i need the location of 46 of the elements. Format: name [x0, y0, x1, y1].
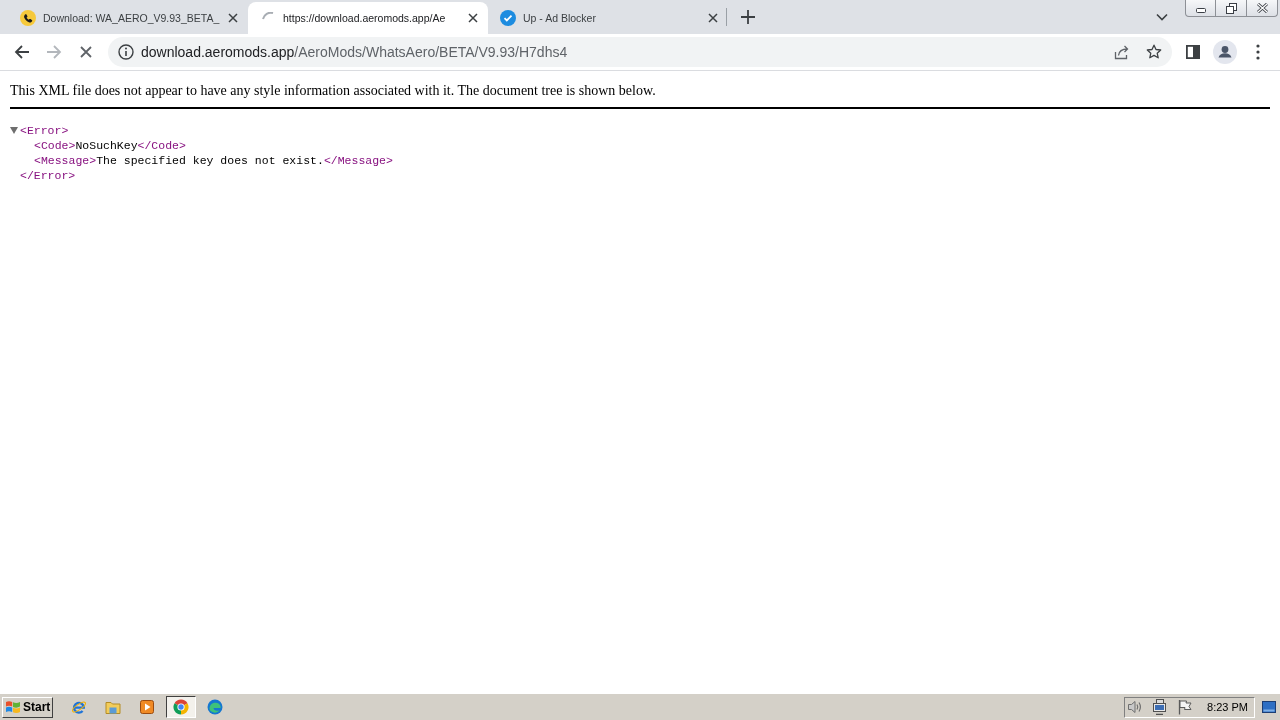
flag-icon[interactable] — [1177, 699, 1194, 715]
restore-button[interactable] — [1216, 0, 1247, 17]
browser-logo-icon — [173, 699, 189, 715]
back-arrow-icon[interactable] — [14, 44, 30, 60]
checkmark-icon — [500, 10, 516, 26]
info-icon[interactable] — [118, 44, 134, 60]
close-icon[interactable] — [708, 13, 718, 23]
close-icon[interactable] — [228, 13, 238, 23]
triangle-down-icon[interactable] — [10, 127, 18, 134]
share-icon[interactable] — [1114, 44, 1130, 60]
xml-notice-text: This XML file does not appear to have any style information associated with it. The document tree is shown below. — [10, 71, 1270, 109]
play-icon — [139, 699, 155, 715]
star-icon[interactable] — [1146, 44, 1162, 60]
start-button[interactable]: Start — [2, 696, 53, 718]
speaker-icon[interactable] — [1127, 699, 1144, 715]
clock-text[interactable]: 8:23 PM — [1207, 701, 1248, 713]
network-computer-icon[interactable] — [1152, 699, 1169, 715]
xml-close-tag: </Error> — [20, 169, 76, 182]
close-button[interactable] — [1247, 0, 1278, 17]
restore-icon — [1225, 2, 1237, 14]
e-logo-icon — [71, 699, 87, 715]
xml-element-line: <Message>The specified key does not exist.</Message> — [34, 153, 393, 168]
close-icon[interactable] — [468, 13, 478, 23]
chevron-down-icon[interactable] — [1156, 13, 1168, 21]
close-icon — [1256, 3, 1268, 13]
minimize-icon — [1195, 7, 1206, 13]
phone-icon — [20, 10, 36, 26]
xml-element-line: <Code>NoSuchKey</Code> — [34, 138, 186, 153]
xml-open-tag: <Error> — [20, 123, 69, 138]
windows-flag-icon — [5, 699, 21, 715]
minimize-button[interactable] — [1185, 0, 1216, 17]
url-text: download.aeromods.app/AeroMods/WhatsAero/BETA/V9.93/H7dhs4 — [141, 44, 569, 60]
browser-tab[interactable]: Up - Ad Blocker — [488, 2, 728, 34]
taskbar-app-button[interactable] — [166, 696, 196, 718]
swirl-logo-icon — [207, 699, 223, 715]
browser-tab[interactable]: Download: WA_AERO_V9.93_BETA_ — [8, 2, 248, 34]
loading-spinner-icon — [262, 11, 274, 20]
menu-icon[interactable] — [1256, 44, 1260, 60]
profile-avatar-icon[interactable] — [1213, 40, 1237, 64]
browser-tab[interactable]: https://download.aeromods.app/Ae — [248, 2, 488, 34]
address-bar[interactable]: download.aeromods.app/AeroMods/WhatsAero/BETA/V9.93/H7dhs4 — [108, 37, 1172, 67]
show-desktop-icon[interactable] — [1262, 701, 1276, 713]
side-panel-icon[interactable] — [1186, 45, 1200, 59]
folder-icon — [105, 699, 121, 715]
stop-x-icon[interactable] — [80, 46, 92, 58]
new-tab-plus-icon[interactable] — [741, 10, 755, 24]
